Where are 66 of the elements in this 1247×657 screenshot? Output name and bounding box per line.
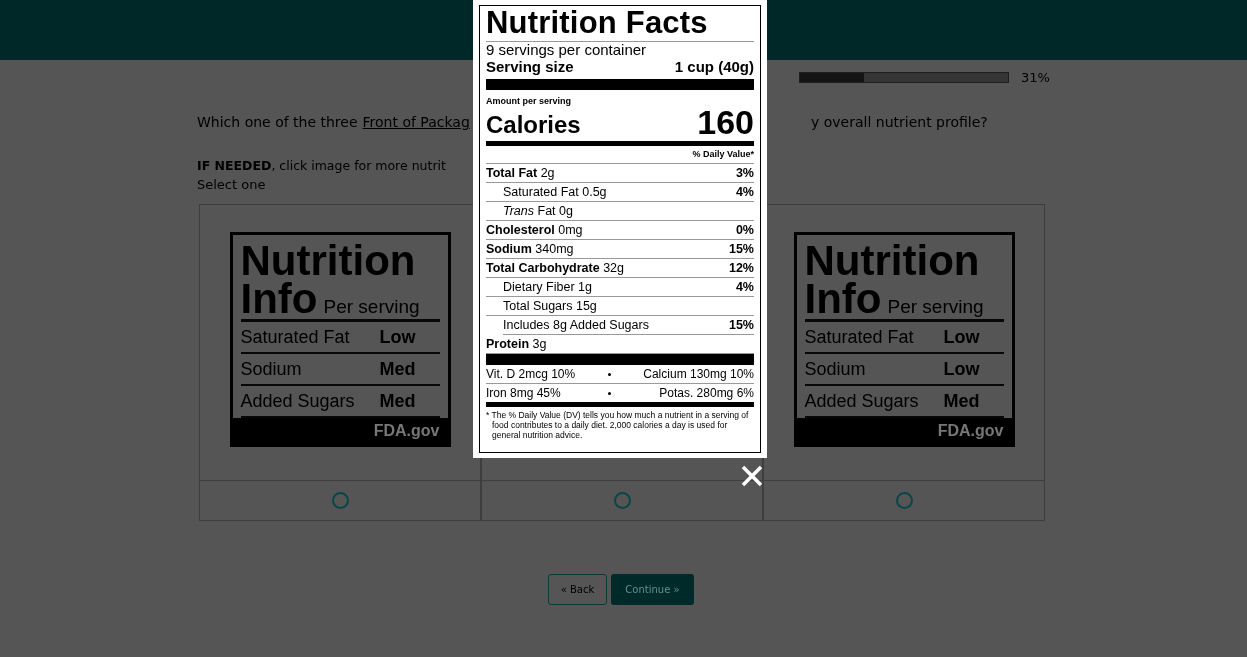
nutrient-name: Added Sugars [804,391,919,412]
daily-value: 3% [735,165,754,182]
label-caption: Per serving [887,296,984,318]
footnote-text: * The % Daily Value (DV) tells you how much a nutrient in a serving of food contributes to a daily diet. 2,000 calories a day is used for general nutrition advice. [486,410,750,440]
nutrient-name: Saturated Fat 0.5g [502,184,607,201]
progress-reading: 31% [1021,69,1050,85]
nutrient-level: Low [379,327,417,348]
nutrition-info-label[interactable]: Nutrition Info Per serving Saturated Fat Low Sodium Low Added Sugars Med FDA.gov [793,232,1015,447]
nutrient-name: Saturated Fat [240,327,350,348]
vitamin-text: Vit. D 2mcg 10% [486,366,576,383]
radio-button[interactable] [895,492,913,509]
question-link[interactable]: Front of Packag [362,114,470,134]
nutrient-name: Total Carbohydrate 32g [486,260,624,277]
daily-value: 15% [728,241,754,258]
nutrient-name: Saturated Fat [804,327,914,348]
instruction-text: Select one [197,177,266,192]
radio-button[interactable] [613,492,631,509]
nutrient-level: Med [379,359,417,380]
serving-size-label: Serving size [486,58,574,75]
nutrient-name: Sodium [804,359,866,380]
daily-value-header: % Daily Value* [692,149,754,159]
calories-label: Calories [486,112,581,138]
nutrient-name: Trans Fat 0g [502,203,573,220]
nutrient-level: Low [943,327,981,348]
source-text: FDA.gov [232,418,448,444]
question-text: Which one of the three [197,114,358,132]
nutrient-name: Dietary Fiber 1g [502,279,592,296]
label-title: Nutrition [803,236,981,279]
close-icon[interactable] [741,465,763,487]
daily-value: 0% [735,222,754,239]
source-text: FDA.gov [796,418,1012,444]
nutrient-name: Protein 3g [486,336,547,353]
nutrition-info-label[interactable]: Nutrition Info Per serving Saturated Fat Low Sodium Med Added Sugars Med FDA.gov [229,232,451,447]
vitamin-text: Calcium 130mg 10% [643,366,754,383]
bullet-icon [608,391,612,395]
nutrient-name: Includes 8g Added Sugars [502,317,649,334]
back-button[interactable]: « Back [548,574,607,605]
radio-button[interactable] [331,492,349,509]
nutrient-name: Total Sugars 15g [502,298,597,315]
amount-label: Amount per serving [486,96,572,106]
servings-text: 9 servings per container [486,42,648,58]
hint-text: IF NEEDED, click image for more nutrit [197,158,446,173]
bullet-icon [607,372,611,376]
daily-value: 4% [735,279,754,296]
label-subtitle: Info [240,279,318,319]
label-title: Nutrition [239,236,417,279]
nutrient-level: Med [943,391,981,412]
vitamin-text: Potas. 280mg 6% [659,385,754,402]
nutrient-level: Med [379,391,417,412]
nutrient-level: Low [943,359,981,380]
nutrient-name: Cholesterol 0mg [486,222,583,239]
nutrient-name: Total Fat 2g [486,165,555,182]
label-caption: Per serving [323,296,420,318]
daily-value: 12% [728,260,754,277]
daily-value: 15% [728,317,754,334]
continue-button[interactable]: Continue » [611,574,694,605]
question-text: y overall nutrient profile? [811,114,988,132]
serving-size-value: 1 cup (40g) [674,58,754,75]
label-subtitle: Info [804,279,882,319]
nutrient-name: Sodium [240,359,302,380]
nutrient-name: Sodium 340mg [486,241,574,258]
label-title: Nutrition Facts [486,6,709,40]
nutrient-name: Added Sugars [240,391,355,412]
vitamin-text: Iron 8mg 45% [486,385,561,402]
daily-value: 4% [735,184,754,201]
calories-value: 160 [697,106,754,138]
